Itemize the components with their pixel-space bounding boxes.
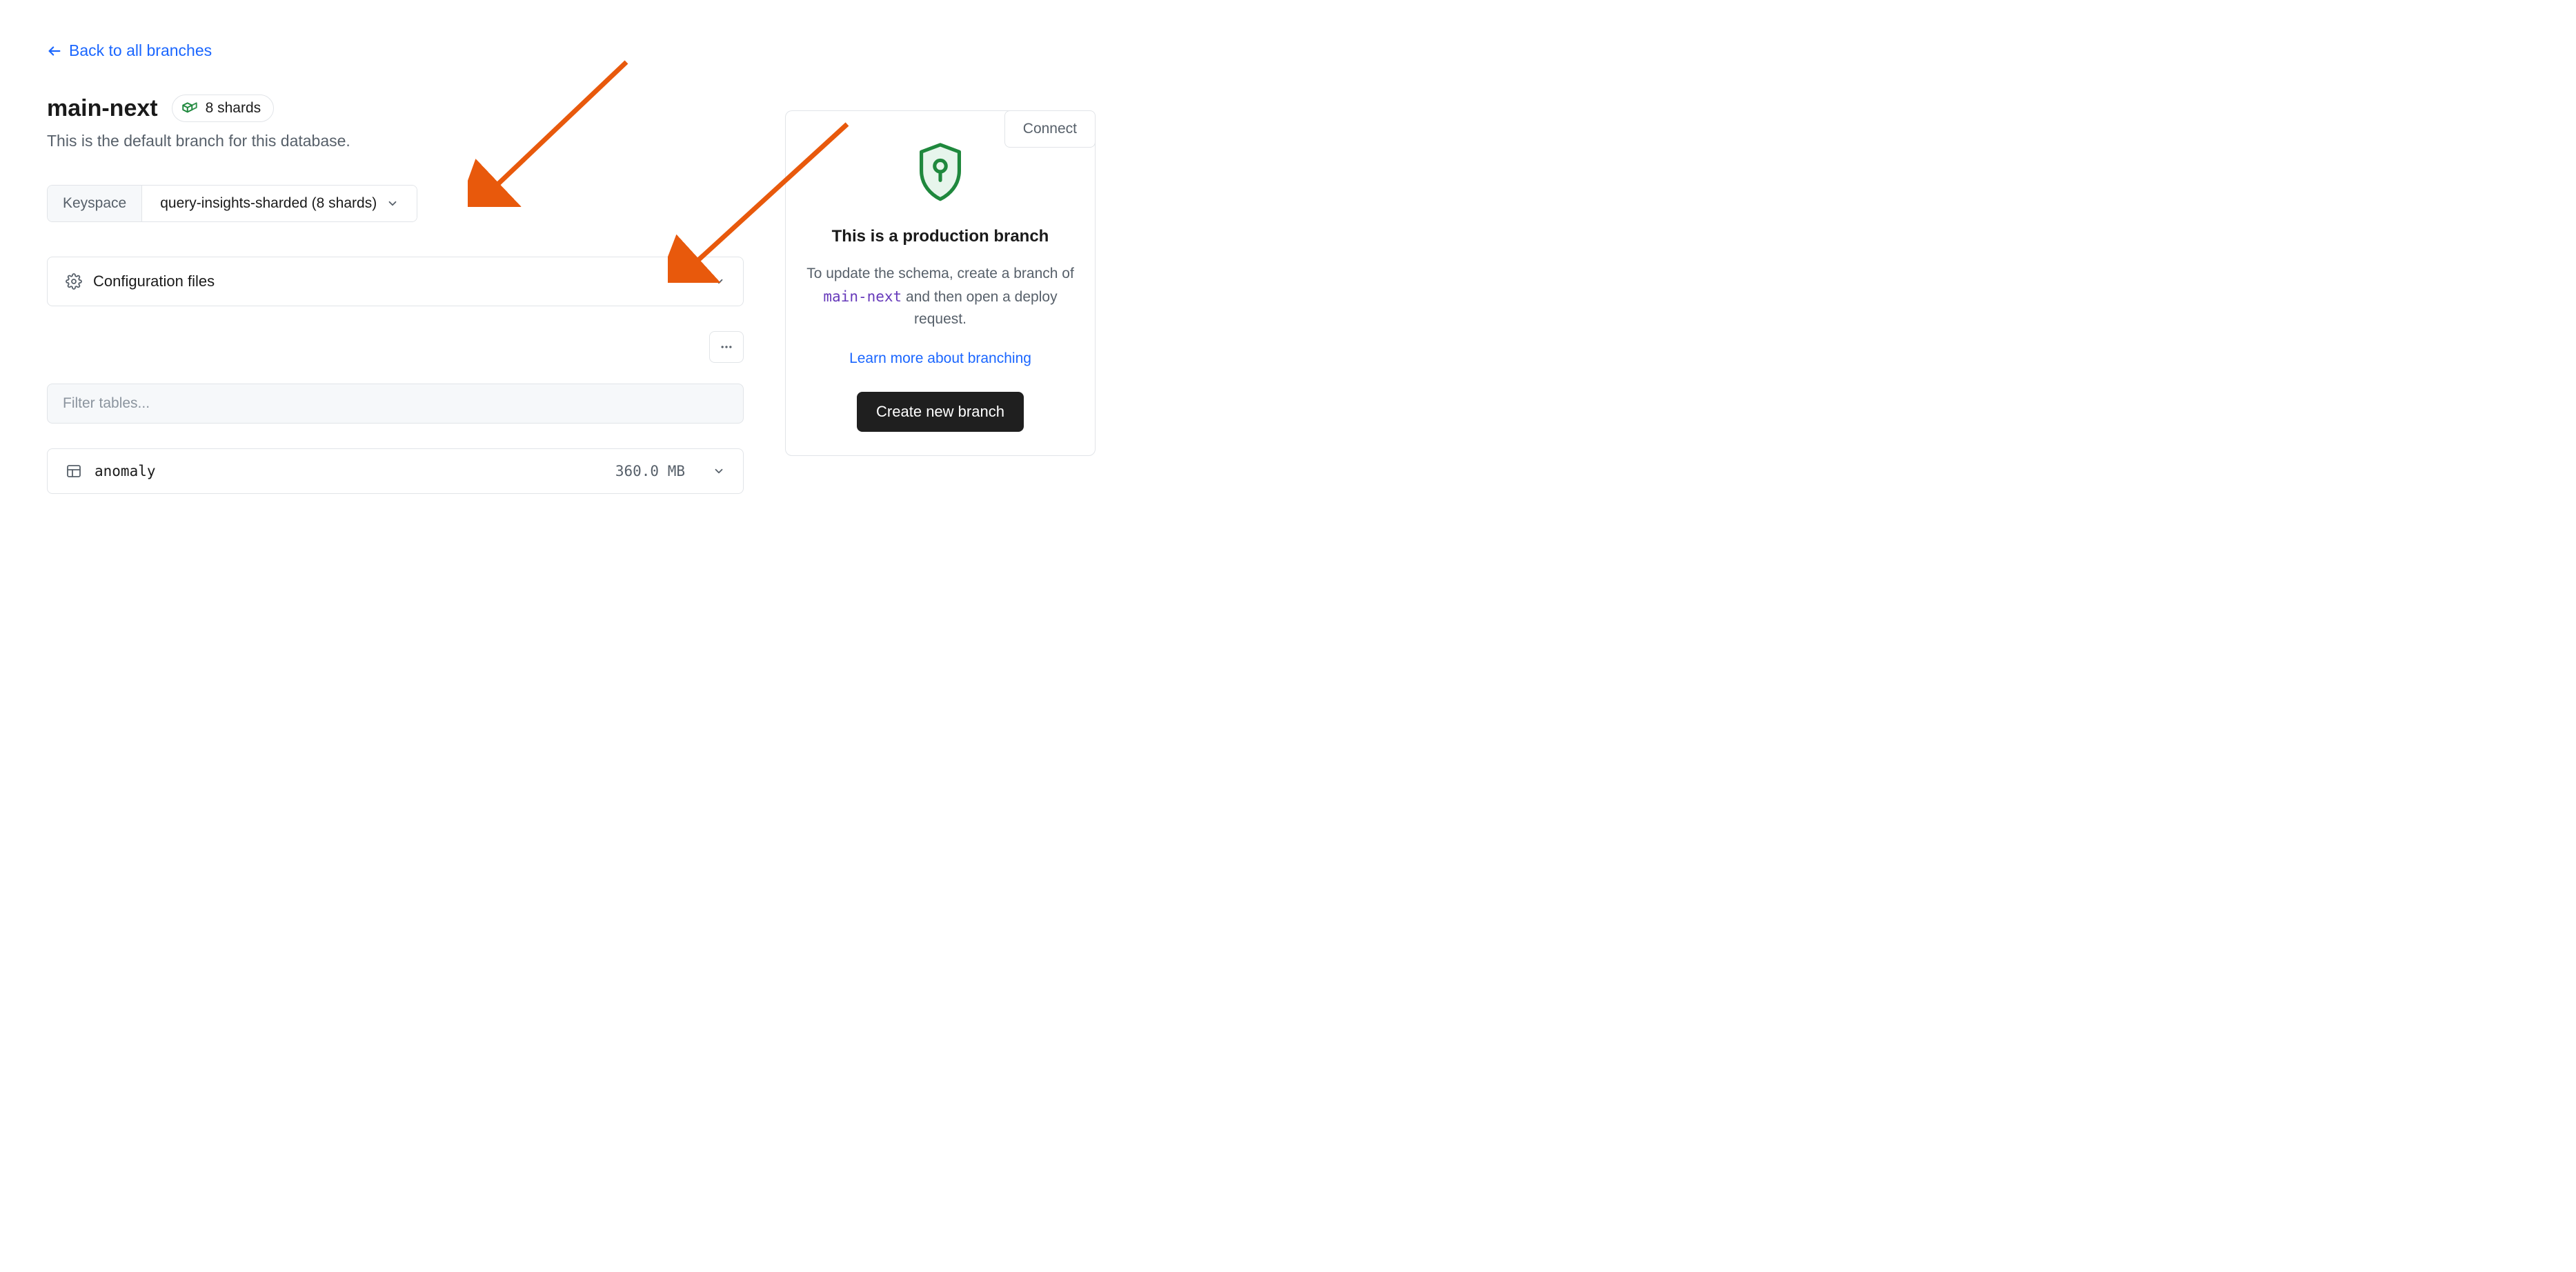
- shards-badge-label: 8 shards: [206, 100, 261, 117]
- table-row-left: anomaly: [66, 463, 156, 479]
- table-row[interactable]: anomaly 360.0 MB: [47, 448, 744, 494]
- table-row-right: 360.0 MB: [615, 463, 725, 479]
- shield-icon-wrap: [806, 140, 1074, 206]
- branch-title: main-next: [47, 95, 158, 122]
- page-container: Connect Back to all branches main-next 8…: [47, 41, 1096, 494]
- table-size: 360.0 MB: [615, 463, 685, 479]
- production-card-title: This is a production branch: [806, 227, 1074, 246]
- more-actions-row: [47, 331, 744, 363]
- main-column: Back to all branches main-next 8 shards …: [47, 41, 744, 494]
- header-row: main-next 8 shards: [47, 95, 744, 122]
- table-name: anomaly: [95, 463, 156, 479]
- create-new-branch-button[interactable]: Create new branch: [857, 392, 1024, 432]
- arrow-left-icon: [47, 43, 62, 59]
- back-link[interactable]: Back to all branches: [47, 41, 212, 60]
- ellipsis-icon: [720, 340, 733, 354]
- keyspace-label: Keyspace: [48, 186, 142, 221]
- prod-desc-after: and then open a deploy request.: [902, 289, 1057, 328]
- keyspace-dropdown[interactable]: query-insights-sharded (8 shards): [142, 186, 417, 221]
- filter-tables-input[interactable]: [47, 384, 744, 424]
- keyspace-selected-value: query-insights-sharded (8 shards): [160, 195, 377, 212]
- learn-more-link[interactable]: Learn more about branching: [806, 350, 1074, 367]
- back-link-label: Back to all branches: [69, 41, 212, 60]
- shards-icon: [181, 99, 199, 117]
- table-icon: [66, 463, 82, 479]
- shield-icon: [911, 140, 970, 206]
- production-card-description: To update the schema, create a branch of…: [806, 263, 1074, 331]
- shards-badge: 8 shards: [172, 95, 275, 122]
- side-column: This is a production branch To update th…: [785, 110, 1096, 456]
- production-branch-card: This is a production branch To update th…: [785, 110, 1096, 456]
- chevron-down-icon: [713, 465, 725, 477]
- chevron-down-icon: [386, 197, 399, 210]
- prod-desc-before: To update the schema, create a branch of: [806, 266, 1074, 281]
- gear-icon: [66, 273, 82, 290]
- keyspace-selector: Keyspace query-insights-sharded (8 shard…: [47, 185, 417, 222]
- more-actions-button[interactable]: [709, 331, 744, 363]
- prod-desc-branch-name: main-next: [823, 288, 902, 305]
- connect-button[interactable]: Connect: [1004, 110, 1096, 148]
- config-files-header: Configuration files: [66, 272, 215, 290]
- chevron-down-icon: [713, 275, 725, 288]
- config-files-title: Configuration files: [93, 272, 215, 290]
- config-files-panel[interactable]: Configuration files: [47, 257, 744, 306]
- branch-description: This is the default branch for this data…: [47, 132, 744, 150]
